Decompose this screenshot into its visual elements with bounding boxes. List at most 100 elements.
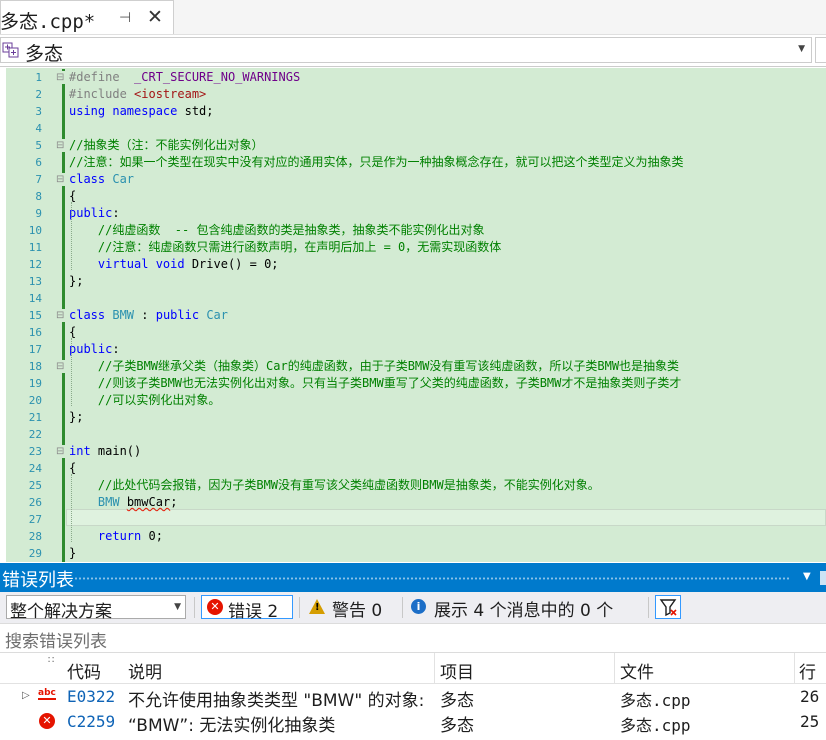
code-line[interactable]: 25 //此处代码会报错，因为子类BMW没有重写该父类纯虚函数则BMW是抽象类，… bbox=[0, 477, 826, 494]
change-marker bbox=[62, 103, 65, 120]
code-text: public: bbox=[69, 205, 120, 222]
errors-filter-button[interactable]: ✕ 错误 2 bbox=[201, 595, 293, 622]
code-line[interactable]: 5 ⊟ //抽象类（注：不能实例化出对象） bbox=[0, 137, 826, 154]
change-marker bbox=[62, 188, 65, 205]
change-marker bbox=[62, 273, 65, 290]
line-number: 24 bbox=[28, 462, 42, 475]
line-number: 17 bbox=[28, 343, 42, 356]
collapse-icon[interactable]: ⊟ bbox=[56, 309, 65, 322]
code-line[interactable]: 21}; bbox=[0, 409, 826, 426]
code-line[interactable]: 27 bbox=[0, 511, 826, 528]
collapse-icon[interactable]: ⊟ bbox=[56, 139, 65, 152]
line-number: 19 bbox=[28, 377, 42, 390]
error-line: 26 bbox=[800, 687, 820, 706]
error-list-column-headers: ∷ 代码 说明 项目 文件 行 bbox=[0, 653, 826, 684]
code-line[interactable]: 7 ⊟ class Car bbox=[0, 171, 826, 188]
code-line[interactable]: 29} bbox=[0, 545, 826, 562]
error-list-titlebar[interactable]: 错误列表 ▼ bbox=[0, 563, 826, 592]
code-line[interactable]: 24 { bbox=[0, 460, 826, 477]
code-text: }; bbox=[69, 273, 83, 290]
member-dropdown[interactable] bbox=[815, 37, 826, 63]
table-row[interactable]: ▷ abc E0322 不允许使用抽象类类型 "BMW" 的对象: 多态 多态.… bbox=[0, 684, 826, 711]
filter-icon bbox=[659, 599, 677, 617]
code-text: //抽象类（注：不能实例化出对象） bbox=[69, 137, 263, 154]
line-number: 22 bbox=[28, 428, 42, 441]
code-line[interactable]: 15 ⊟ class BMW : public Car bbox=[0, 307, 826, 324]
line-number: 6 bbox=[35, 156, 42, 169]
code-line[interactable]: 12 virtual void Drive() = 0; bbox=[0, 256, 826, 273]
code-line[interactable]: 1 ⊟ #define _CRT_SECURE_NO_WARNINGS bbox=[0, 69, 826, 86]
collapse-icon[interactable]: ⊟ bbox=[56, 173, 65, 186]
pin-icon[interactable]: ⊣ bbox=[119, 10, 131, 26]
code-editor[interactable]: 1 ⊟ #define _CRT_SECURE_NO_WARNINGS 2 #inclu… bbox=[0, 68, 826, 562]
warnings-filter-button[interactable]: ! 警告 0 bbox=[306, 595, 394, 621]
change-marker bbox=[62, 528, 65, 545]
code-line[interactable]: 9 public: bbox=[0, 205, 826, 222]
code-line[interactable]: 6 //注意：如果一个类型在现实中没有对应的通用实体，只是作为一种抽象概念存在，就… bbox=[0, 154, 826, 171]
code-line[interactable]: 18 ⊟ //子类BMW继承父类（抽象类）Car的纯虚函数，由于子类BMW没有重写… bbox=[0, 358, 826, 375]
code-line[interactable]: 8{ bbox=[0, 188, 826, 205]
code-token: } bbox=[69, 546, 77, 560]
code-line[interactable]: 28 return 0; bbox=[0, 528, 826, 545]
warnings-filter-label: 警告 0 bbox=[332, 601, 383, 621]
line-number: 11 bbox=[28, 241, 42, 254]
error-code-link[interactable]: C2259 bbox=[67, 712, 115, 731]
collapse-icon[interactable]: ⊟ bbox=[56, 445, 65, 458]
collapse-icon[interactable]: ⊟ bbox=[56, 360, 65, 373]
indent-guide bbox=[71, 474, 73, 542]
scope-select[interactable]: 整个解决方案 ▼ bbox=[6, 595, 186, 622]
code-text: return 0; bbox=[69, 528, 163, 545]
code-line[interactable]: 3 using namespace std; bbox=[0, 103, 826, 120]
code-token: //此处代码会报错，因为子类BMW没有重写该父类纯虚函数则BMW是抽象类，不能实… bbox=[97, 478, 600, 492]
code-text: BMW bmwCar; bbox=[69, 494, 178, 511]
table-row[interactable]: ✕ C2259 “BMW”: 无法实例化抽象类 多态 多态.cpp 25 bbox=[0, 709, 826, 736]
code-token: { bbox=[69, 461, 77, 475]
code-line[interactable]: 20 //可以实例化出对象。 bbox=[0, 392, 826, 409]
code-text: class BMW : public Car bbox=[69, 307, 228, 324]
column-header-file[interactable]: 文件 bbox=[620, 658, 654, 683]
change-marker bbox=[62, 154, 65, 171]
code-line[interactable]: 11 //注意：纯虚函数只需进行函数声明，在声明后加上 = 0，无需实现函数体 bbox=[0, 239, 826, 256]
code-line[interactable]: 19 //则该子类BMW也无法实例化出对象。只有当子类BMW重写了父类的纯虚函数… bbox=[0, 375, 826, 392]
line-number: 18 bbox=[28, 360, 42, 373]
code-line[interactable]: 17 public: bbox=[0, 341, 826, 358]
expand-arrow-icon[interactable]: ▷ bbox=[22, 690, 30, 701]
change-marker bbox=[62, 222, 65, 239]
code-token: return bbox=[97, 529, 149, 543]
code-line[interactable]: 23 ⊟ int main() bbox=[0, 443, 826, 460]
close-icon[interactable]: ✕ bbox=[147, 6, 163, 28]
search-input[interactable]: 搜索错误列表 bbox=[5, 627, 107, 652]
scope-dropdown[interactable]: 多态 ▼ bbox=[0, 37, 812, 65]
line-number: 15 bbox=[28, 309, 42, 322]
line-number: 10 bbox=[28, 224, 42, 237]
code-line[interactable]: 13}; bbox=[0, 273, 826, 290]
code-line[interactable]: 4 bbox=[0, 120, 826, 137]
pin-icon[interactable] bbox=[820, 571, 826, 585]
code-token: public bbox=[155, 308, 207, 322]
document-tab[interactable]: 多态.cpp* ⊣ ✕ bbox=[0, 0, 174, 34]
code-line[interactable]: 26 BMW bmwCar; bbox=[0, 494, 826, 511]
column-header-code[interactable]: 代码 bbox=[67, 658, 101, 683]
column-header-line[interactable]: 行 bbox=[799, 658, 816, 683]
code-text: //纯虚函数 -- 包含纯虚函数的类是抽象类，抽象类不能实例化出对象 bbox=[69, 222, 485, 239]
code-line[interactable]: 2 #include <iostream> bbox=[0, 86, 826, 103]
filter-toggle-button[interactable] bbox=[655, 595, 681, 619]
window-menu-icon[interactable]: ▼ bbox=[803, 571, 811, 582]
code-text: //注意：纯虚函数只需进行函数声明，在声明后加上 = 0，无需实现函数体 bbox=[69, 239, 501, 256]
code-line[interactable]: 22 bbox=[0, 426, 826, 443]
error-list-search[interactable]: 搜索错误列表 bbox=[0, 624, 826, 653]
info-icon: i bbox=[411, 599, 426, 614]
column-header-description[interactable]: 说明 bbox=[128, 658, 162, 683]
column-header-project[interactable]: 项目 bbox=[440, 658, 474, 683]
code-token: //抽象类（注：不能实例化出对象） bbox=[69, 138, 264, 152]
code-text: int main() bbox=[69, 443, 141, 460]
code-line[interactable]: 14 bbox=[0, 290, 826, 307]
code-line[interactable]: 16 { bbox=[0, 324, 826, 341]
code-line[interactable]: 10 //纯虚函数 -- 包含纯虚函数的类是抽象类，抽象类不能实例化出对象 bbox=[0, 222, 826, 239]
messages-filter-button[interactable]: i 展示 4 个消息中的 0 个 bbox=[408, 595, 646, 621]
change-marker bbox=[62, 460, 65, 477]
collapse-icon[interactable]: ⊟ bbox=[56, 71, 65, 84]
error-code-link[interactable]: E0322 bbox=[67, 687, 115, 706]
